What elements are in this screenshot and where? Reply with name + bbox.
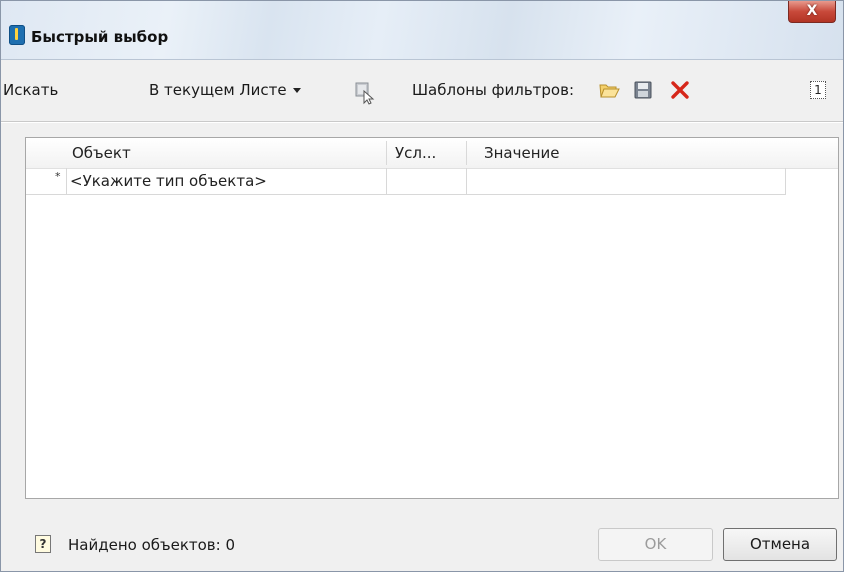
table-row[interactable]: * <Укажите тип объекта> (26, 168, 786, 195)
scope-dropdown[interactable]: В текущем Листе (149, 81, 301, 99)
column-divider (466, 168, 467, 194)
paging-icon[interactable]: 1 (810, 81, 826, 99)
filter-grid: Объект Усл... Значение * <Укажите тип об… (25, 137, 839, 499)
filter-templates-label: Шаблоны фильтров: (412, 81, 574, 99)
quick-select-dialog: Быстрый выбор X Искать В текущем Листе Ш… (0, 0, 844, 572)
column-header-object[interactable]: Объект (72, 138, 131, 168)
object-type-cell[interactable]: <Укажите тип объекта> (70, 168, 267, 194)
column-divider (386, 141, 387, 165)
select-objects-icon[interactable] (353, 81, 375, 105)
column-header-value[interactable]: Значение (484, 138, 560, 168)
close-button[interactable]: X (788, 1, 836, 23)
condition-cell[interactable] (395, 168, 465, 194)
help-icon[interactable]: ? (35, 535, 51, 553)
toolbar: Искать В текущем Листе Шаблоны фильтров: (1, 59, 843, 121)
new-row-marker: * (55, 170, 61, 183)
cancel-button[interactable]: Отмена (723, 528, 837, 561)
chevron-down-icon (292, 88, 301, 93)
toolbar-divider (1, 121, 843, 123)
column-divider (386, 168, 387, 194)
search-label: Искать (3, 81, 59, 99)
value-cell[interactable] (484, 168, 774, 194)
objects-found-count: Найдено объектов: 0 (68, 536, 236, 554)
window-title: Быстрый выбор (31, 28, 169, 46)
open-folder-icon[interactable] (598, 79, 620, 101)
app-icon (9, 25, 25, 45)
title-bar[interactable]: Быстрый выбор X (1, 1, 843, 60)
column-divider (785, 168, 786, 194)
grid-header: Объект Усл... Значение (26, 138, 838, 169)
column-header-condition[interactable]: Усл... (395, 138, 436, 168)
ok-button[interactable]: OK (598, 528, 713, 561)
scope-dropdown-label: В текущем Листе (149, 81, 287, 99)
column-divider (466, 141, 467, 165)
delete-icon[interactable] (669, 79, 691, 101)
status-bar: ? Найдено объектов: 0 OK Отмена (1, 511, 843, 573)
column-divider (66, 168, 67, 194)
save-icon[interactable] (632, 79, 654, 101)
